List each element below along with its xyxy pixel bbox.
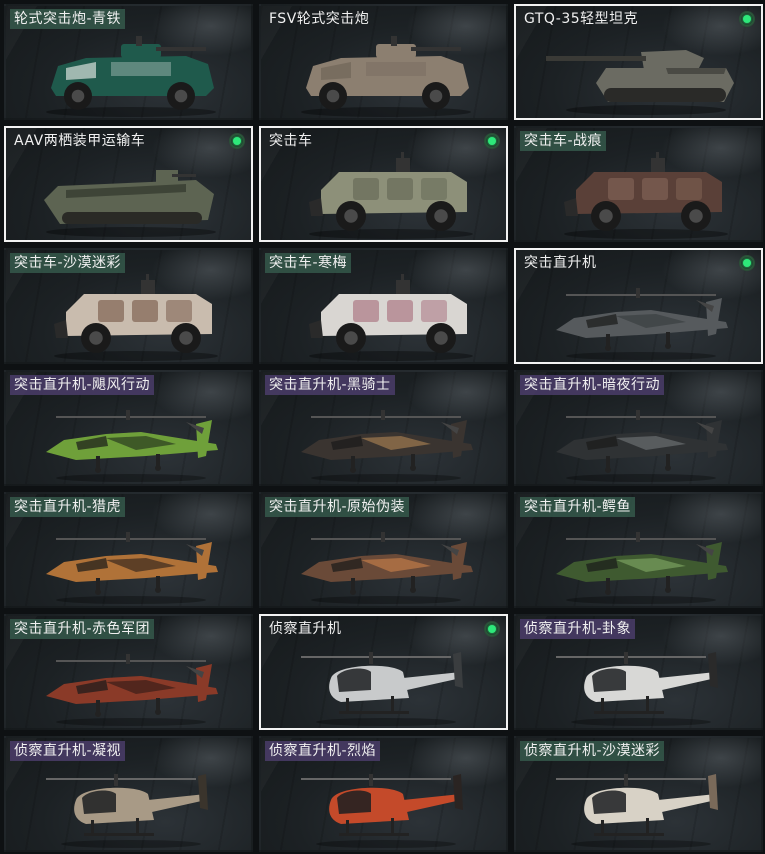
wheeled-gun-image (36, 28, 226, 118)
vehicle-card-17[interactable]: 侦察直升机 (259, 614, 508, 730)
vehicle-name-label: 突击直升机-暗夜行动 (520, 375, 665, 395)
tank-image (546, 28, 736, 118)
vehicle-card-9[interactable]: 突击直升机 (514, 248, 763, 364)
owned-status-icon (484, 621, 500, 637)
vehicle-name-label: 突击车 (269, 133, 313, 149)
vehicle-name-label: 轮式突击炮-青铁 (10, 9, 126, 29)
vehicle-card-1[interactable]: 轮式突击炮-青铁 (4, 4, 253, 120)
vehicle-name-label: FSV轮式突击炮 (269, 11, 370, 27)
vehicle-card-16[interactable]: 突击直升机-赤色军团 (4, 614, 253, 730)
vehicle-card-4[interactable]: AAV两栖装甲运输车 (4, 126, 253, 242)
attack-heli-image (291, 394, 481, 484)
vehicle-card-20[interactable]: 侦察直升机-烈焰 (259, 736, 508, 852)
attack-heli-image (36, 516, 226, 606)
attack-heli-image (291, 516, 481, 606)
assault-car-image (546, 150, 736, 240)
vehicle-card-21[interactable]: 侦察直升机-沙漠迷彩 (514, 736, 763, 852)
vehicle-name-label: 突击直升机-黑骑士 (265, 375, 395, 395)
scout-heli-image (546, 638, 736, 728)
wheeled-gun-image (291, 28, 481, 118)
owned-status-icon (739, 11, 755, 27)
vehicle-card-19[interactable]: 侦察直升机-凝视 (4, 736, 253, 852)
attack-heli-image (546, 394, 736, 484)
vehicle-name-label: 侦察直升机 (269, 621, 342, 637)
scout-heli-image (546, 760, 736, 850)
attack-heli-image (546, 272, 736, 362)
vehicle-name-label: 侦察直升机-沙漠迷彩 (520, 741, 665, 761)
vehicle-card-15[interactable]: 突击直升机-鳄鱼 (514, 492, 763, 608)
vehicle-name-label: 突击直升机-赤色军团 (10, 619, 155, 639)
amphibious-image (36, 150, 226, 240)
owned-status-icon (229, 133, 245, 149)
assault-car-image (36, 272, 226, 362)
scout-heli-image (291, 638, 481, 728)
vehicle-card-11[interactable]: 突击直升机-黑骑士 (259, 370, 508, 486)
vehicle-name-label: 突击直升机-鳄鱼 (520, 497, 636, 517)
vehicle-name-label: 突击直升机-飓风行动 (10, 375, 155, 395)
assault-car-image (291, 272, 481, 362)
vehicle-card-6[interactable]: 突击车-战痕 (514, 126, 763, 242)
vehicle-skin-grid: 轮式突击炮-青铁 FSV轮式突击炮 GTQ-35轻型坦克 AAV两栖装甲运输车 … (0, 0, 765, 854)
vehicle-name-label: 侦察直升机-卦象 (520, 619, 636, 639)
assault-car-image (291, 150, 481, 240)
vehicle-name-label: GTQ-35轻型坦克 (524, 11, 639, 27)
vehicle-name-label: 突击车-沙漠迷彩 (10, 253, 126, 273)
vehicle-name-label: 侦察直升机-烈焰 (265, 741, 381, 761)
vehicle-name-label: AAV两栖装甲运输车 (14, 133, 146, 149)
vehicle-card-10[interactable]: 突击直升机-飓风行动 (4, 370, 253, 486)
attack-heli-image (36, 394, 226, 484)
vehicle-name-label: 突击车-寒梅 (265, 253, 352, 273)
vehicle-card-14[interactable]: 突击直升机-原始伪装 (259, 492, 508, 608)
vehicle-card-12[interactable]: 突击直升机-暗夜行动 (514, 370, 763, 486)
vehicle-name-label: 突击直升机-原始伪装 (265, 497, 410, 517)
vehicle-name-label: 突击直升机-猎虎 (10, 497, 126, 517)
vehicle-name-label: 突击直升机 (524, 255, 597, 271)
vehicle-card-2[interactable]: FSV轮式突击炮 (259, 4, 508, 120)
vehicle-name-label: 侦察直升机-凝视 (10, 741, 126, 761)
vehicle-card-13[interactable]: 突击直升机-猎虎 (4, 492, 253, 608)
attack-heli-image (546, 516, 736, 606)
vehicle-card-7[interactable]: 突击车-沙漠迷彩 (4, 248, 253, 364)
vehicle-name-label: 突击车-战痕 (520, 131, 607, 151)
scout-heli-image (36, 760, 226, 850)
vehicle-card-5[interactable]: 突击车 (259, 126, 508, 242)
owned-status-icon (484, 133, 500, 149)
vehicle-card-8[interactable]: 突击车-寒梅 (259, 248, 508, 364)
attack-heli-image (36, 638, 226, 728)
vehicle-card-18[interactable]: 侦察直升机-卦象 (514, 614, 763, 730)
owned-status-icon (739, 255, 755, 271)
vehicle-card-3[interactable]: GTQ-35轻型坦克 (514, 4, 763, 120)
scout-heli-image (291, 760, 481, 850)
